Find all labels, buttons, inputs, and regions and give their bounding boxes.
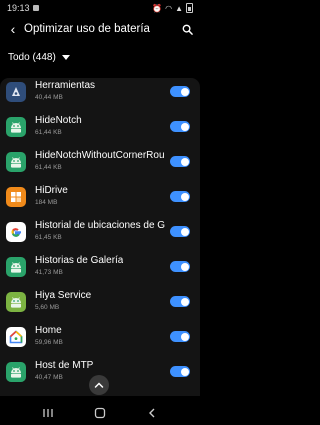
page-title: Optimizar uso de batería — [24, 23, 150, 35]
gallery-notification-icon — [32, 5, 39, 11]
app-name: HideNotch — [35, 115, 82, 126]
app-size: 5,60 MB — [35, 304, 60, 311]
optimize-toggle[interactable] — [170, 261, 190, 272]
chevron-up-icon — [94, 382, 104, 388]
back-button[interactable]: ‹ — [2, 16, 24, 42]
status-bar: 19:13 ⏰ ◠ ▲ — [0, 0, 200, 16]
app-name: Hiya Service — [35, 290, 92, 301]
app-row[interactable]: Historial de ubicaciones de Goo... 61,45 … — [0, 214, 200, 252]
home-button[interactable] — [88, 403, 112, 423]
app-row[interactable]: HideNotchWithoutCornerRound 61,44 KB — [0, 144, 200, 182]
optimize-toggle[interactable] — [170, 191, 190, 202]
app-size: 184 MB — [35, 199, 58, 206]
optimize-toggle[interactable] — [170, 121, 190, 132]
android-icon — [6, 117, 26, 137]
optimize-toggle[interactable] — [170, 86, 190, 97]
android-icon — [6, 292, 26, 312]
app-row[interactable]: Historias de Galería 41,73 MB — [0, 249, 200, 287]
search-icon — [182, 24, 193, 35]
alarm-icon: ⏰ — [152, 3, 163, 13]
recents-icon — [43, 408, 53, 417]
app-bar: ‹ Optimizar uso de batería — [0, 16, 200, 42]
app-row[interactable]: HiDrive 184 MB — [0, 179, 200, 217]
app-row[interactable]: Hiya Service 5,60 MB — [0, 284, 200, 322]
app-row[interactable]: HideNotch 61,44 KB — [0, 109, 200, 147]
wifi-icon: ◠ — [165, 3, 173, 13]
app-size: 61,44 KB — [35, 164, 62, 171]
scroll-to-top-button[interactable] — [89, 375, 109, 395]
back-nav-button[interactable] — [140, 403, 164, 423]
app-row[interactable]: Herramientas 40,44 MB — [0, 78, 200, 112]
navigation-bar — [0, 400, 200, 425]
recents-button[interactable] — [36, 403, 60, 423]
search-button[interactable] — [176, 16, 198, 42]
tools-icon — [6, 82, 26, 102]
dropdown-caret-icon — [61, 55, 70, 60]
app-name: Home — [35, 325, 62, 336]
optimize-toggle[interactable] — [170, 226, 190, 237]
optimize-toggle[interactable] — [170, 296, 190, 307]
home-icon — [94, 407, 106, 418]
app-size: 40,44 MB — [35, 94, 63, 101]
optimize-toggle[interactable] — [170, 331, 190, 342]
hidrive-icon — [6, 187, 26, 207]
app-name: HideNotchWithoutCornerRound — [35, 150, 165, 161]
battery-icon — [186, 3, 193, 13]
app-size: 41,73 MB — [35, 269, 63, 276]
app-name: Host de MTP — [35, 360, 94, 371]
app-row[interactable]: Home 59,96 MB — [0, 319, 200, 357]
app-list[interactable]: Herramientas 40,44 MB HideNotch 61,44 KB Hid… — [0, 78, 200, 396]
android-icon — [6, 257, 26, 277]
google-home-icon — [6, 327, 26, 347]
app-size: 61,45 KB — [35, 234, 62, 241]
optimize-toggle[interactable] — [170, 366, 190, 377]
chevron-left-icon: ‹ — [10, 21, 16, 37]
signal-icon: ▲ — [175, 3, 183, 13]
app-name: Historias de Galería — [35, 255, 124, 266]
app-name: Herramientas — [35, 80, 96, 91]
back-icon — [149, 408, 155, 417]
app-size: 40,47 MB — [35, 374, 63, 381]
app-name: HiDrive — [35, 185, 68, 196]
filter-dropdown[interactable]: Todo (448) — [8, 52, 70, 63]
optimize-toggle[interactable] — [170, 156, 190, 167]
app-name: Historial de ubicaciones de Goo... — [35, 220, 165, 231]
status-time: 19:13 — [7, 3, 30, 13]
google-icon — [6, 222, 26, 242]
app-size: 61,44 KB — [35, 129, 62, 136]
app-size: 59,96 MB — [35, 339, 63, 346]
android-icon — [6, 362, 26, 382]
android-icon — [6, 152, 26, 172]
filter-label: Todo (448) — [8, 52, 56, 63]
